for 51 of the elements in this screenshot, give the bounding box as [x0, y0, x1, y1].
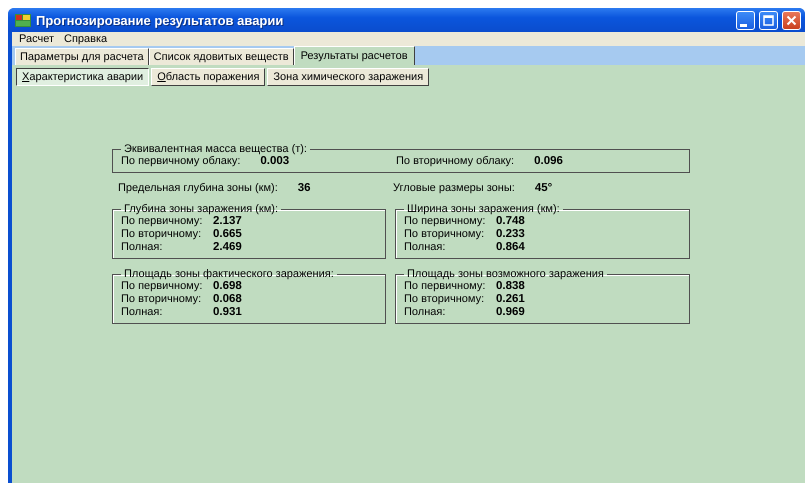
field-label: Полная: [121, 241, 164, 253]
field-value: 0.233 [496, 228, 526, 240]
field-label: По первичному: [404, 280, 486, 292]
minimize-button[interactable] [736, 10, 755, 30]
field-value: 0.261 [496, 293, 526, 305]
field-label: По первичному: [121, 215, 204, 227]
field-value: 0.864 [496, 241, 526, 253]
field-label: Угловые размеры зоны: [393, 182, 515, 194]
field-value: 0.748 [496, 215, 526, 227]
field-value: 36 [298, 182, 311, 194]
field-value: 0.698 [213, 280, 243, 292]
tab[interactable]: Параметры для расчета [15, 48, 149, 65]
field-value: 0.969 [496, 306, 526, 318]
minimize-icon [740, 24, 747, 26]
tab[interactable]: Область поражения [151, 68, 266, 86]
field-value: 0.003 [260, 155, 290, 167]
menu-item[interactable]: Расчет [14, 32, 59, 46]
group-title: Эквивалентная масса вещества (т): [123, 143, 308, 155]
field-value: 0.838 [496, 280, 526, 292]
field-label: По первичному: [404, 215, 486, 227]
field-label: Предельная глубина зоны (км): [118, 182, 278, 194]
field-label: По вторичному облаку: [396, 155, 514, 167]
field-label: По вторичному: [121, 228, 202, 240]
field-value: 45° [534, 182, 552, 194]
field-label: По вторичному: [404, 293, 486, 305]
group-title: Площадь зоны фактического заражения: [123, 268, 335, 280]
field-value: 0.931 [213, 306, 243, 318]
maximize-button[interactable] [759, 10, 778, 30]
window-title: Прогнозирование результатов аварии [36, 12, 284, 28]
tab[interactable]: Список ядовитых веществ [148, 48, 294, 65]
field-label: Полная: [404, 306, 446, 318]
field-label: По первичному: [121, 280, 204, 292]
app-icon [14, 12, 32, 28]
field-label: По вторичному: [121, 293, 202, 305]
field-value: 0.068 [213, 293, 243, 305]
field-value: 2.137 [213, 215, 243, 227]
field-value: 2.469 [213, 241, 243, 253]
group-title: Площадь зоны возможного заражения [406, 268, 605, 280]
group-title: Глубина зоны заражения (км): [123, 203, 280, 215]
tab[interactable]: Результаты расчетов [294, 46, 415, 65]
menu-item[interactable]: Справка [59, 32, 112, 46]
field-label: Полная: [404, 241, 446, 253]
tab[interactable]: Характеристика аварии [16, 68, 150, 86]
field-value: 0.096 [534, 155, 563, 167]
field-label: По вторичному: [404, 228, 486, 240]
close-button[interactable] [782, 10, 801, 30]
field-label: Полная: [121, 306, 164, 318]
group-title: Ширина зоны заражения (км): [406, 203, 561, 215]
field-label: По первичному облаку: [121, 155, 240, 167]
field-value: 0.665 [213, 228, 243, 240]
tab[interactable]: Зона химического заражения [267, 68, 430, 86]
